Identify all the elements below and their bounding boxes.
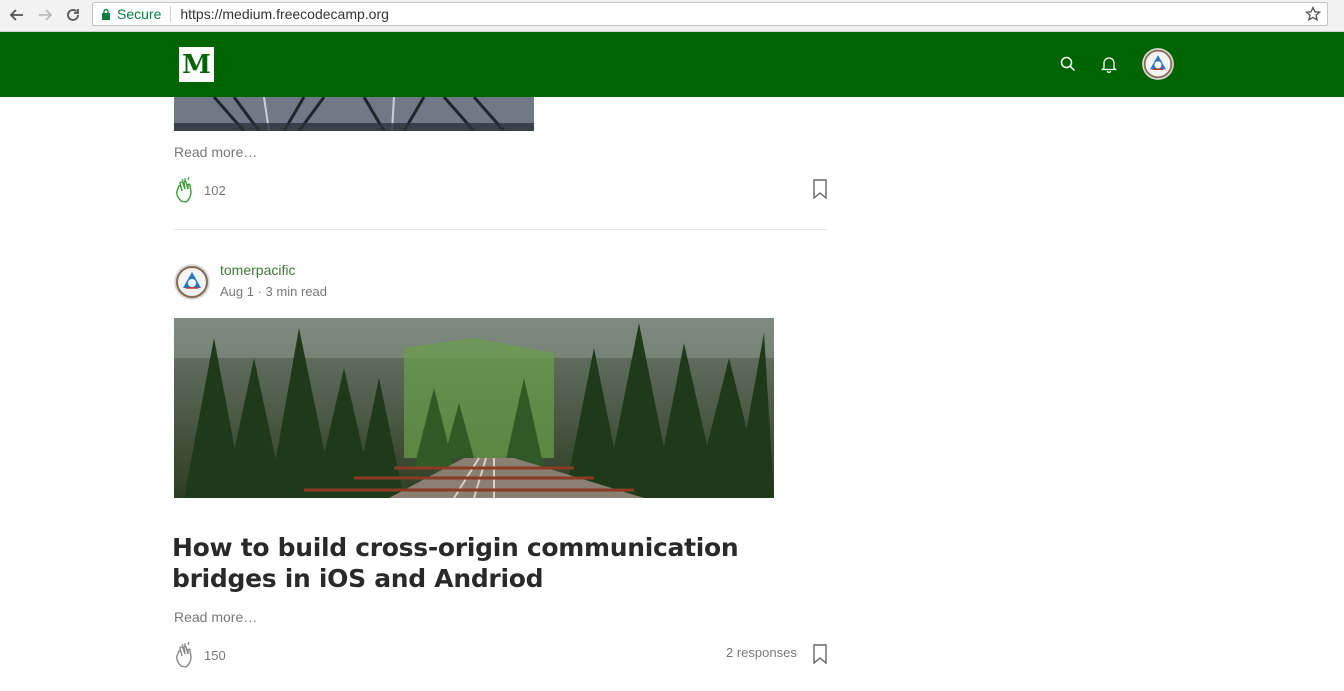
building-image	[174, 97, 534, 131]
star-icon[interactable]	[1305, 6, 1321, 22]
address-bar[interactable]: Secure https://medium.freecodecamp.org	[92, 2, 1328, 26]
post-cover-image[interactable]	[174, 318, 774, 498]
read-time: 3 min read	[265, 284, 327, 299]
previous-post-image[interactable]	[174, 97, 534, 131]
back-button[interactable]	[6, 4, 28, 26]
avatar-image	[174, 264, 210, 300]
search-icon	[1060, 56, 1076, 72]
read-more-link[interactable]: Read more…	[174, 609, 257, 625]
forest-bridge-image	[174, 318, 774, 498]
browser-toolbar: Secure https://medium.freecodecamp.org	[0, 0, 1344, 32]
medium-logo[interactable]: M	[179, 47, 214, 82]
secure-label: Secure	[117, 6, 162, 22]
url-text[interactable]: https://medium.freecodecamp.org	[180, 6, 389, 22]
author-name-link[interactable]: tomerpacific	[220, 262, 295, 278]
author-avatar[interactable]	[174, 264, 210, 300]
post-divider	[174, 229, 827, 230]
post-title-link[interactable]: How to build cross-origin communication …	[172, 532, 772, 594]
omnibox-divider	[170, 6, 172, 22]
reload-button[interactable]	[62, 4, 84, 26]
notifications-button[interactable]	[1099, 54, 1119, 74]
search-button[interactable]	[1058, 54, 1078, 74]
arrow-left-icon	[9, 9, 23, 21]
post-meta: Aug 1 · 3 min read	[220, 284, 327, 299]
clap-icon[interactable]	[173, 176, 201, 204]
responses-link[interactable]: 2 responses	[726, 645, 797, 660]
avatar-image	[1142, 48, 1174, 80]
arrow-right-icon	[39, 9, 53, 21]
user-avatar[interactable]	[1142, 48, 1174, 80]
bookmark-icon[interactable]	[812, 179, 828, 199]
previous-read-more-link[interactable]: Read more…	[174, 144, 257, 160]
previous-clap-count: 102	[204, 183, 226, 198]
reload-icon	[67, 9, 79, 21]
bookmark-icon[interactable]	[812, 644, 828, 664]
clap-count: 150	[204, 648, 226, 663]
clap-icon[interactable]	[173, 641, 201, 669]
forward-button[interactable]	[34, 4, 56, 26]
post-date[interactable]: Aug 1	[220, 284, 254, 299]
site-header: M	[0, 32, 1344, 97]
meta-separator: ·	[253, 284, 266, 299]
lock-icon	[102, 8, 110, 20]
bell-icon	[1100, 57, 1118, 73]
